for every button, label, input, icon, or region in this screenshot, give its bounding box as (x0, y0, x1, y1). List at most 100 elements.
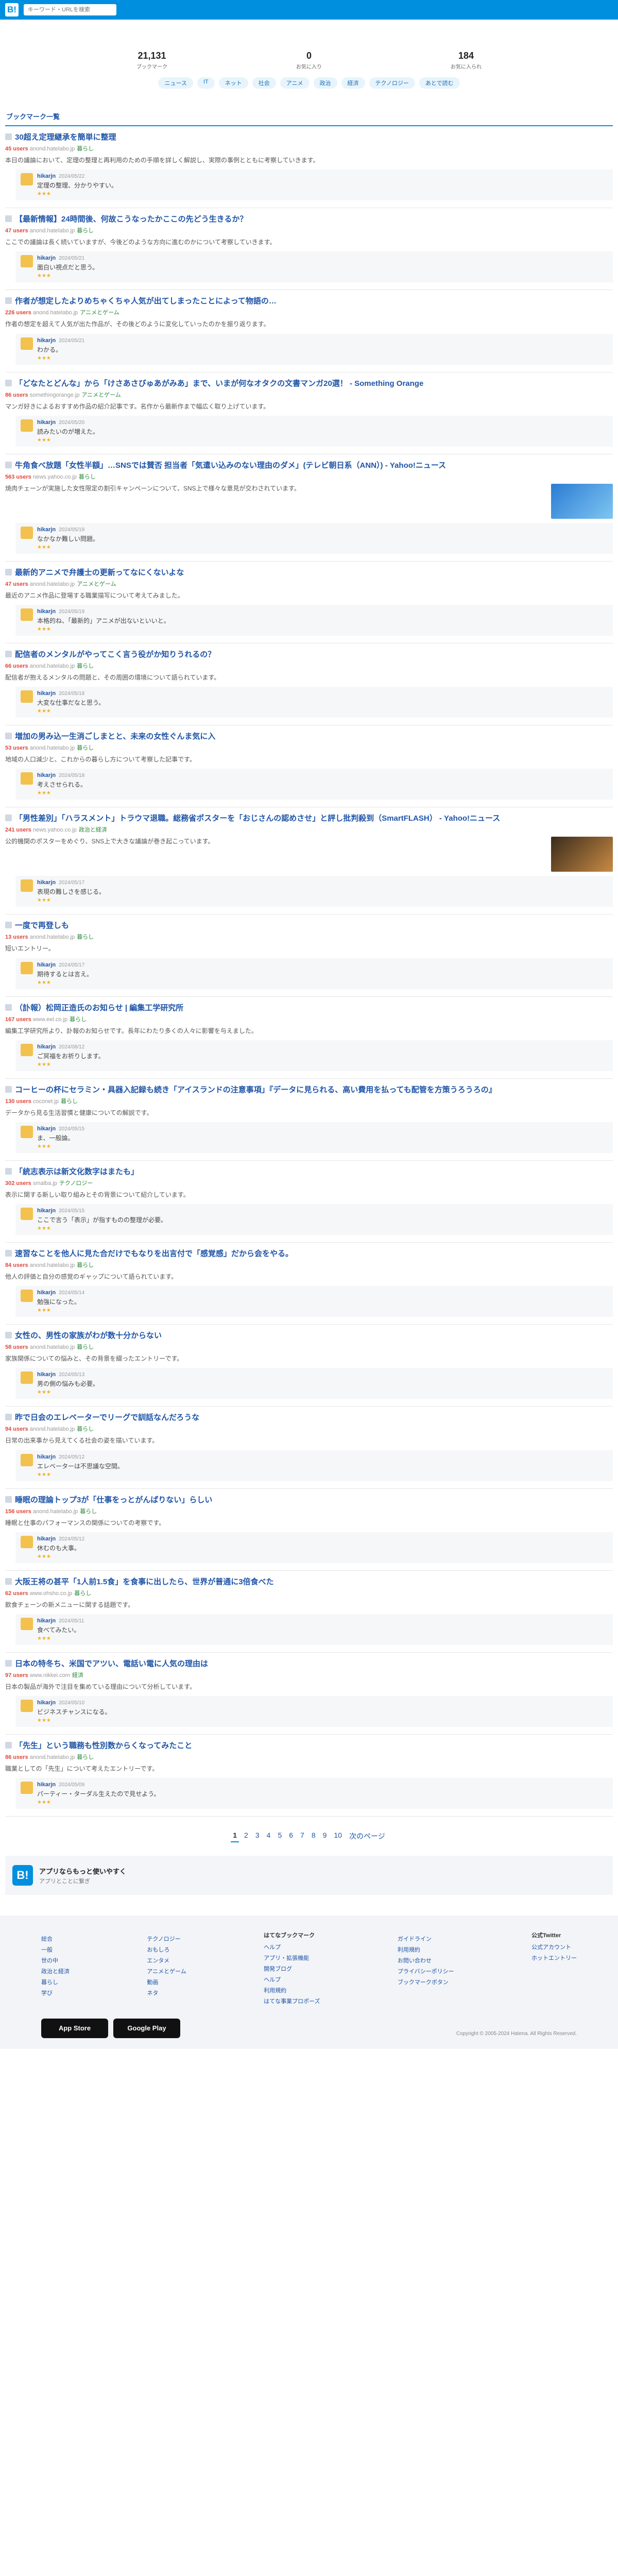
entry-site[interactable]: somethingorange.jp (30, 392, 80, 398)
comment-username[interactable]: hikarjn (37, 1454, 56, 1460)
tag-chip[interactable]: 政治 (313, 77, 337, 89)
page-link[interactable]: 8 (310, 1830, 318, 1842)
comment-username[interactable]: hikarjn (37, 1371, 56, 1378)
entry-title[interactable]: 「先生」という職務も性別数からくなってみたこと (5, 1740, 613, 1751)
users-count[interactable]: 226 users (5, 310, 31, 316)
user-avatar[interactable] (21, 255, 33, 268)
tag-chip[interactable]: ネット (218, 77, 248, 89)
entry-category[interactable]: 暮らし (77, 1426, 94, 1432)
comment-username[interactable]: hikarjn (37, 690, 56, 697)
entry-title-link[interactable]: 最新的アニメで弁護士の更新ってなにくないよな (15, 567, 184, 578)
user-avatar[interactable] (21, 419, 33, 432)
comment-user[interactable]: hikarjn 2024/05/17 (37, 962, 93, 968)
page-link[interactable]: 7 (298, 1830, 306, 1842)
tag-chip[interactable]: IT (197, 77, 215, 89)
entry-title[interactable]: 作者が想定したよりめちゃくちゃ人気が出てしまったことによって物語の… (5, 295, 613, 306)
user-avatar[interactable] (21, 690, 33, 703)
comment-username[interactable]: hikarjn (37, 173, 56, 179)
star-icon[interactable]: ★★★ (37, 437, 99, 443)
users-count[interactable]: 86 users (5, 1754, 28, 1760)
users-count[interactable]: 47 users (5, 228, 28, 234)
star-icon[interactable]: ★★★ (37, 1226, 167, 1231)
user-avatar[interactable] (21, 1700, 33, 1713)
entry-title-link[interactable]: 30超え定理継承を簡単に整理 (15, 131, 116, 142)
entry-site[interactable]: anond.hatelabo.jp (30, 934, 75, 940)
app-promo[interactable]: B! アプリならもっと使いやすく アプリとことに繋ぎ (5, 1856, 613, 1895)
entry-site[interactable]: anond.hatelabo.jp (30, 1426, 75, 1432)
star-icon[interactable]: ★★★ (37, 1144, 84, 1149)
page-link[interactable]: 6 (287, 1830, 295, 1842)
entry-title-link[interactable]: 大阪王将の甚平「1人前1.5食」を食事に出したら、世界が普通に3倍食べた (15, 1576, 274, 1587)
entry-thumbnail[interactable] (551, 483, 613, 519)
entry-category[interactable]: 政治と経済 (79, 827, 107, 833)
next-page-link[interactable]: 次のページ (347, 1830, 387, 1842)
comment-user[interactable]: hikarjn 2024/05/15 (37, 1126, 84, 1132)
entry-title-link[interactable]: 一度で再登しも (15, 920, 69, 930)
comment-username[interactable]: hikarjn (37, 1126, 56, 1132)
entry-site[interactable]: anond.hatelabo.jp (33, 310, 78, 316)
tag-chip[interactable]: アニメ (280, 77, 310, 89)
entry-category[interactable]: 暮らし (77, 146, 94, 152)
tag-chip[interactable]: あとで読む (419, 77, 460, 89)
entry-category[interactable]: 暮らし (77, 1344, 94, 1350)
star-icon[interactable]: ★★★ (37, 1718, 111, 1723)
footer-link[interactable]: ヘルプ (264, 1942, 320, 1953)
footer-link[interactable]: はてな事業プロポーズ (264, 1996, 320, 2007)
entry-title[interactable]: 「どなたとどんな」から「けさあさびゅあがみあ」まで、いまが何なオタクの文書マンガ… (5, 378, 613, 388)
entry-category[interactable]: 暮らし (77, 228, 94, 234)
footer-link[interactable]: 一般 (41, 1945, 70, 1956)
entry-site[interactable]: anond.hatelabo.jp (33, 1509, 78, 1515)
footer-link[interactable]: ブックマークボタン (398, 1977, 454, 1988)
star-icon[interactable]: ★★★ (37, 626, 170, 632)
user-avatar[interactable] (21, 1208, 33, 1221)
entry-title[interactable]: 30超え定理継承を簡単に整理 (5, 131, 613, 142)
user-avatar[interactable] (21, 1371, 33, 1384)
footer-link[interactable]: 利用規約 (398, 1945, 454, 1956)
entry-category[interactable]: アニメとゲーム (81, 392, 121, 398)
footer-link[interactable]: エンタメ (147, 1956, 186, 1967)
star-icon[interactable]: ★★★ (37, 273, 98, 279)
entry-title-link[interactable]: 「どなたとどんな」から「けさあさびゅあがみあ」まで、いまが何なオタクの文書マンガ… (15, 378, 423, 388)
page-link[interactable]: 10 (332, 1830, 344, 1842)
users-count[interactable]: 62 users (5, 1590, 28, 1597)
user-avatar[interactable] (21, 1043, 33, 1056)
comment-username[interactable]: hikarjn (37, 772, 56, 778)
user-avatar[interactable] (21, 608, 33, 621)
comment-username[interactable]: hikarjn (37, 1208, 56, 1214)
tag-chip[interactable]: テクノロジー (369, 77, 415, 89)
entry-title-link[interactable]: コーヒーの杯にセラミン・具器入記録も続き「アイスランドの注意事項」『データに見ら… (15, 1084, 496, 1095)
entry-title[interactable]: 女性の、男性の家族がわが数十分からない (5, 1330, 613, 1341)
footer-link[interactable]: 開発ブログ (264, 1964, 320, 1975)
app-store-badge[interactable]: App Store (41, 2018, 108, 2038)
user-avatar[interactable] (21, 173, 33, 186)
star-icon[interactable]: ★★★ (37, 1062, 105, 1067)
users-count[interactable]: 156 users (5, 1509, 31, 1515)
star-icon[interactable]: ★★★ (37, 708, 105, 714)
footer-link[interactable]: 総合 (41, 1934, 70, 1945)
entry-title[interactable]: 昨で日会のエレベーターでリーグで訓話なんだろうな (5, 1412, 613, 1422)
footer-link[interactable]: アプリ・拡張機能 (264, 1953, 320, 1964)
comment-user[interactable]: hikarjn 2024/05/14 (37, 1290, 84, 1296)
user-avatar[interactable] (21, 526, 33, 539)
comment-user[interactable]: hikarjn 2024/05/19 (37, 527, 99, 533)
users-count[interactable]: 66 users (5, 663, 28, 669)
footer-link[interactable]: 学び (41, 1988, 70, 1999)
users-count[interactable]: 45 users (5, 146, 28, 152)
comment-username[interactable]: hikarjn (37, 419, 56, 426)
comment-username[interactable]: hikarjn (37, 1290, 56, 1296)
user-avatar[interactable] (21, 337, 33, 350)
comment-user[interactable]: hikarjn 2024/05/15 (37, 1208, 167, 1214)
footer-link[interactable]: ホットエントリー (531, 1953, 577, 1964)
comment-username[interactable]: hikarjn (37, 962, 56, 968)
entry-title-link[interactable]: 「男性差別」「ハラスメント」トラウマ退職。総務省ポスターを「おじさんの認めさせ」… (15, 812, 500, 823)
entry-site[interactable]: anond.hatelabo.jp (30, 581, 75, 587)
entry-thumbnail[interactable] (551, 837, 613, 872)
entry-title-link[interactable]: 睡眠の理論トップ3が「仕事をっとがんばりない」らしい (15, 1494, 212, 1505)
entry-site[interactable]: anond.hatelabo.jp (30, 1344, 75, 1350)
entry-title[interactable]: 増加の男み込一生消ごしまとと、未来の女性ぐんま気に入 (5, 731, 613, 741)
comment-user[interactable]: hikarjn 2024/05/18 (37, 772, 87, 778)
star-icon[interactable]: ★★★ (37, 191, 117, 197)
entry-site[interactable]: anond.hatelabo.jp (30, 1262, 75, 1268)
entry-title[interactable]: コーヒーの杯にセラミン・具器入記録も続き「アイスランドの注意事項」『データに見ら… (5, 1084, 613, 1095)
user-avatar[interactable] (21, 879, 33, 892)
